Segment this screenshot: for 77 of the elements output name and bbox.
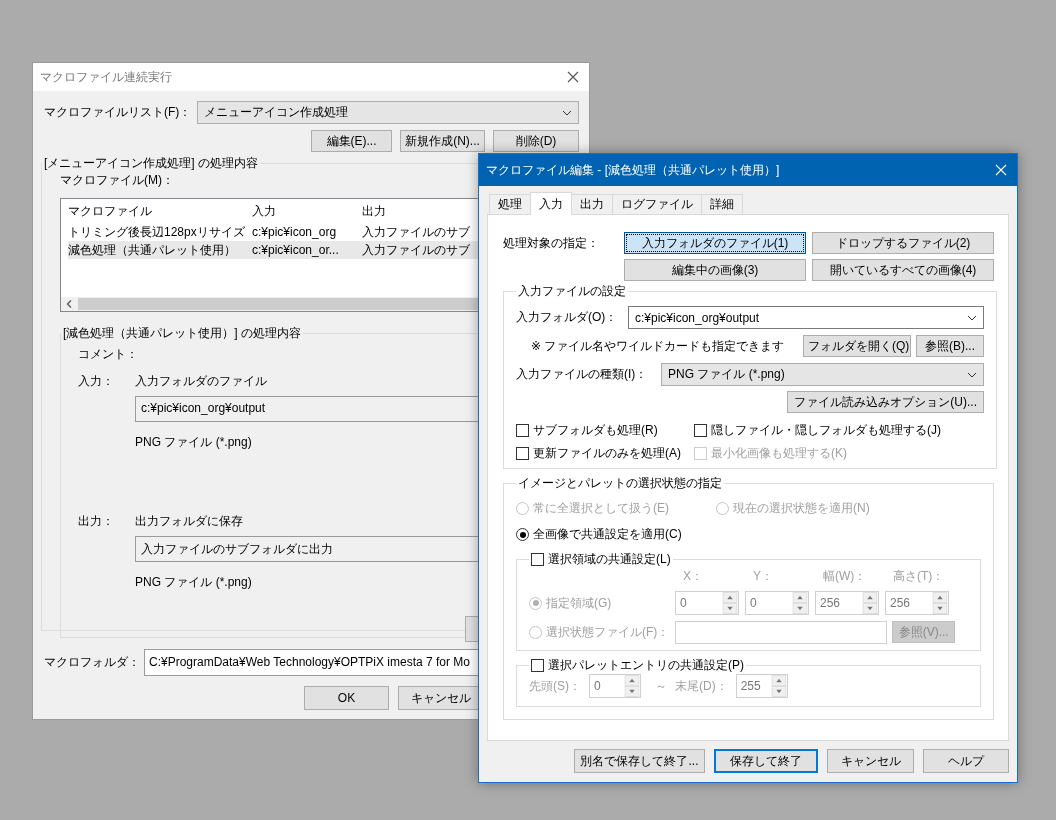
options-button[interactable]: ファイル読み込みオプション(U)...: [787, 391, 984, 413]
push-button[interactable]: 編集(E)...: [311, 130, 392, 152]
group-title: イメージとパレットの選択状態の指定: [517, 475, 723, 492]
range-separator: ～: [655, 677, 667, 695]
field-label: 出力：: [78, 513, 115, 530]
open-folder-button[interactable]: フォルダを開く(Q): [803, 335, 911, 357]
column-header[interactable]: 入力: [252, 202, 362, 220]
chevron-icon: [562, 109, 572, 116]
table-cell-text: c:¥pic¥icon_or...: [252, 243, 340, 257]
tab[interactable]: 処理: [489, 194, 531, 214]
field-label: 入力ファイルの種類(I)：: [516, 366, 649, 383]
checkbox[interactable]: 更新ファイルのみを処理(A): [516, 445, 694, 462]
push-button[interactable]: 保存して終了: [714, 749, 818, 773]
table-cell-text: 減色処理（共通パレット使用）: [68, 241, 237, 259]
up-down-arrows-icon[interactable]: [624, 675, 640, 697]
up-down-arrows-icon[interactable]: [862, 592, 878, 614]
macro-list-dropdown[interactable]: メニューアイコン作成処理: [197, 101, 579, 124]
checkbox[interactable]: 隠しファイル・隠しフォルダも処理する(J): [694, 422, 984, 439]
field-label: 入力：: [78, 373, 115, 390]
close-icon[interactable]: [567, 71, 579, 83]
number-spinner[interactable]: 256: [815, 591, 879, 615]
toggle-button[interactable]: 編集中の画像(3): [624, 259, 806, 281]
number-spinner[interactable]: 0: [589, 674, 641, 698]
field-label: 入力フォルダ(O)：: [516, 309, 619, 326]
chevron-icon: [967, 314, 977, 321]
browse-button[interactable]: 参照(B)...: [916, 335, 984, 357]
number-spinner[interactable]: 256: [885, 591, 949, 615]
file-path-field[interactable]: [675, 621, 888, 644]
push-button[interactable]: ヘルプ: [923, 749, 1009, 773]
hint-text: ※ ファイル名やワイルドカードも指定できます: [530, 337, 785, 355]
push-button[interactable]: 別名で保存して終了...: [574, 749, 705, 773]
toggle-button[interactable]: ドロップするファイル(2): [812, 232, 994, 254]
table-cell-text: 入力ファイルのサブ: [362, 241, 471, 259]
scroll-left-icon[interactable]: [66, 300, 72, 308]
table-cell-text: 入力ファイルのサブ: [362, 223, 471, 241]
file-type-text: PNG ファイル (*.png): [135, 574, 252, 591]
group-title: [メニューアイコン作成処理] の処理内容: [43, 155, 259, 172]
field-label: Y：: [752, 568, 774, 585]
field-label: 幅(W)：: [822, 568, 868, 585]
up-down-arrows-icon[interactable]: [792, 592, 808, 614]
field-label: 先頭(S)：: [529, 677, 581, 695]
field-label: マクロフォルダ：: [44, 654, 140, 671]
field-label: 末尾(D)：: [675, 677, 728, 695]
file-type-text: PNG ファイル (*.png): [135, 434, 252, 451]
up-down-arrows-icon[interactable]: [770, 675, 787, 697]
chevron-icon: [967, 371, 977, 378]
checkbox[interactable]: サブフォルダも処理(R): [516, 422, 694, 439]
window-title: マクロファイル連続実行: [40, 68, 172, 86]
tab[interactable]: 入力: [530, 192, 572, 215]
table-cell-text: トリミング後長辺128pxリサイズ: [68, 223, 246, 241]
up-down-arrows-icon[interactable]: [722, 592, 738, 614]
output-mode-text: 出力フォルダに保存: [135, 513, 243, 530]
up-down-arrows-icon[interactable]: [932, 592, 948, 614]
column-header[interactable]: マクロファイル: [68, 202, 252, 220]
group-title: 入力ファイルの設定: [517, 283, 627, 300]
field-label: マクロファイル(M)：: [59, 172, 175, 189]
field-label: マクロファイルリスト(F)：: [44, 104, 192, 121]
input-mode-text: 入力フォルダのファイル: [135, 373, 267, 390]
tab[interactable]: 詳細: [701, 194, 743, 214]
number-spinner[interactable]: 0: [745, 591, 809, 615]
field-label: 高さ(T)：: [892, 568, 946, 585]
window-title: マクロファイル編集 - [減色処理（共通パレット使用）]: [486, 161, 780, 179]
number-spinner[interactable]: 255: [735, 674, 788, 698]
push-button[interactable]: キャンセル: [827, 749, 914, 773]
field-label: コメント：: [78, 346, 135, 363]
push-button[interactable]: 新規作成(N)...: [400, 130, 485, 152]
number-spinner[interactable]: 0: [675, 591, 739, 615]
table-cell-text: c:¥pic¥icon_org: [252, 225, 338, 239]
push-button[interactable]: 削除(D): [493, 130, 579, 152]
input-folder-field[interactable]: c:¥pic¥icon_org¥output: [628, 306, 984, 329]
file-type-dropdown[interactable]: PNG ファイル (*.png): [661, 363, 984, 386]
toggle-button[interactable]: 開いているすべての画像(4): [812, 259, 994, 281]
column-header[interactable]: 出力: [362, 202, 472, 220]
toggle-button[interactable]: 入力フォルダのファイル(1): [624, 232, 806, 254]
field-label: X：: [682, 568, 704, 585]
group-title: [減色処理（共通パレット使用）] の処理内容: [62, 325, 302, 342]
push-button[interactable]: OK: [304, 686, 389, 710]
